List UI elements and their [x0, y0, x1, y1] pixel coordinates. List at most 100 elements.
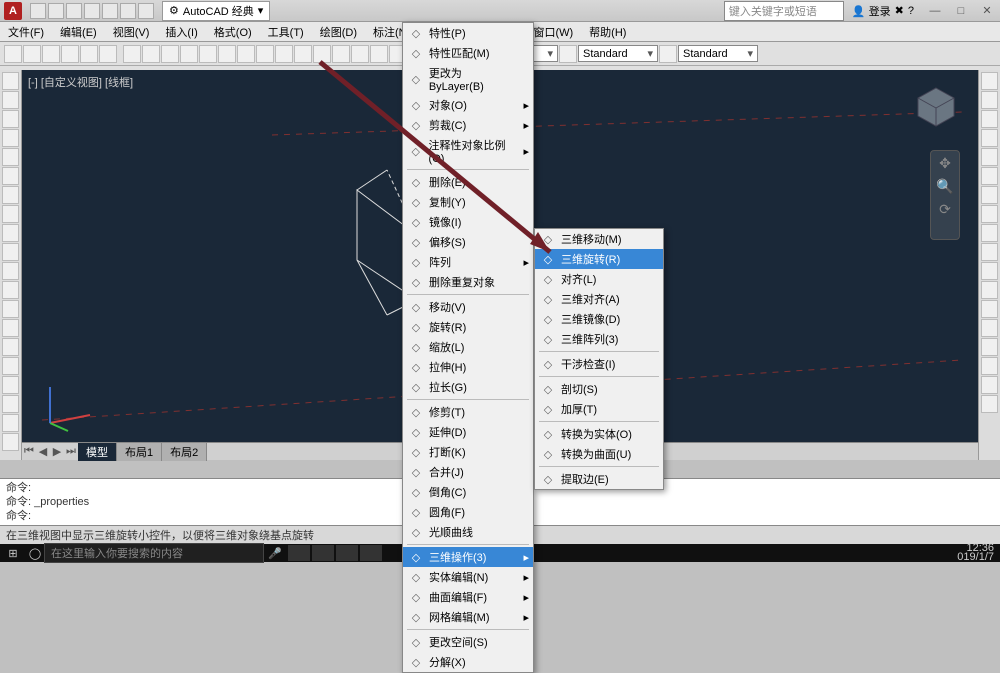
tool-button[interactable]	[2, 395, 19, 413]
tool-button[interactable]	[659, 45, 677, 63]
tool-button[interactable]	[981, 300, 998, 318]
tool-button[interactable]	[2, 205, 19, 223]
workspace-dropdown[interactable]: ⚙ AutoCAD 经典 ▾	[162, 1, 270, 21]
tool-button[interactable]	[2, 148, 19, 166]
menu-item[interactable]: ◇分解(X)	[403, 652, 533, 672]
menu-item[interactable]: ◇剖切(S)	[535, 379, 663, 399]
zoom-icon[interactable]: 🔍	[936, 178, 953, 195]
menu-item[interactable]: ◇删除重复对象	[403, 272, 533, 292]
tab-nav-first[interactable]: ⏮	[22, 445, 36, 458]
tool-button[interactable]	[294, 45, 312, 63]
minimize-button[interactable]: —	[922, 2, 948, 20]
tool-button[interactable]	[2, 91, 19, 109]
menu-item[interactable]: ◇打断(K)	[403, 442, 533, 462]
tool-button[interactable]	[2, 243, 19, 261]
tool-button[interactable]	[2, 186, 19, 204]
tool-button[interactable]	[123, 45, 141, 63]
menu-item[interactable]: ◇三维操作(3)▸	[403, 547, 533, 567]
menu-item[interactable]: ◇倒角(C)	[403, 482, 533, 502]
tool-button[interactable]	[256, 45, 274, 63]
menu-item[interactable]: ◇特性(P)	[403, 23, 533, 43]
tab-nav-prev[interactable]: ◀	[36, 445, 50, 458]
menu-item[interactable]: ◇三维旋转(R)	[535, 249, 663, 269]
menu-item[interactable]: ◇更改为 ByLayer(B)	[403, 63, 533, 95]
menu-insert[interactable]: 插入(I)	[157, 22, 205, 42]
tool-button[interactable]	[2, 376, 19, 394]
tool-button[interactable]	[2, 357, 19, 375]
menu-item[interactable]: ◇镜像(I)	[403, 212, 533, 232]
close-button[interactable]: ✕	[974, 2, 1000, 20]
app-icon[interactable]	[288, 545, 310, 561]
menu-file[interactable]: 文件(F)	[0, 22, 52, 42]
app-icon[interactable]	[312, 545, 334, 561]
tool-button[interactable]	[981, 338, 998, 356]
maximize-button[interactable]: □	[948, 2, 974, 20]
tool-button[interactable]	[313, 45, 331, 63]
tool-button[interactable]	[2, 110, 19, 128]
textstyle-combo[interactable]: Standard	[578, 45, 658, 62]
menu-item[interactable]: ◇合并(J)	[403, 462, 533, 482]
tool-button[interactable]	[370, 45, 388, 63]
tool-button[interactable]	[981, 91, 998, 109]
tool-button[interactable]	[2, 224, 19, 242]
menu-item[interactable]: ◇曲面编辑(F)▸	[403, 587, 533, 607]
menu-item[interactable]: ◇拉伸(H)	[403, 357, 533, 377]
tool-button[interactable]	[2, 262, 19, 280]
qat-button[interactable]	[48, 3, 64, 19]
tool-line[interactable]	[2, 72, 19, 90]
menu-item[interactable]: ◇更改空间(S)	[403, 632, 533, 652]
tab-layout1[interactable]: 布局1	[117, 443, 162, 461]
tool-button[interactable]	[981, 395, 998, 413]
menu-item[interactable]: ◇三维镜像(D)	[535, 309, 663, 329]
start-button[interactable]: ⊞	[0, 547, 26, 560]
taskbar-search[interactable]: 在这里输入你要搜索的内容	[44, 543, 264, 563]
menu-item[interactable]: ◇网格编辑(M)▸	[403, 607, 533, 627]
tool-button[interactable]	[180, 45, 198, 63]
tool-button[interactable]	[142, 45, 160, 63]
menu-item[interactable]: ◇转换为实体(O)	[535, 424, 663, 444]
tool-button[interactable]	[332, 45, 350, 63]
qat-button[interactable]	[30, 3, 46, 19]
tab-nav-last[interactable]: ⏭	[64, 445, 78, 458]
menu-item[interactable]: ◇删除(E)	[403, 172, 533, 192]
qat-button[interactable]	[138, 3, 154, 19]
tool-button[interactable]	[199, 45, 217, 63]
menu-item[interactable]: ◇对象(O)▸	[403, 95, 533, 115]
tablestyle-combo[interactable]: Standard	[678, 45, 758, 62]
menu-item[interactable]: ◇三维阵列(3)	[535, 329, 663, 349]
tool-button[interactable]	[981, 148, 998, 166]
tool-button[interactable]	[981, 262, 998, 280]
mic-icon[interactable]: 🎤	[268, 547, 282, 560]
tool-button[interactable]	[981, 319, 998, 337]
tool-button[interactable]	[2, 281, 19, 299]
menu-item[interactable]: ◇缩放(L)	[403, 337, 533, 357]
tool-button[interactable]	[23, 45, 41, 63]
menu-item[interactable]: ◇转换为曲面(U)	[535, 444, 663, 464]
qat-button[interactable]	[120, 3, 136, 19]
tool-button[interactable]	[80, 45, 98, 63]
app-icon[interactable]	[360, 545, 382, 561]
tool-button[interactable]	[275, 45, 293, 63]
app-logo[interactable]: A	[4, 2, 22, 20]
orbit-icon[interactable]: ⟳	[939, 201, 951, 218]
menu-item[interactable]: ◇三维对齐(A)	[535, 289, 663, 309]
navigation-bar[interactable]: ✥🔍⟳	[930, 150, 960, 240]
menu-item[interactable]: ◇光顺曲线	[403, 522, 533, 542]
tool-button[interactable]	[2, 129, 19, 147]
menu-item[interactable]: ◇特性匹配(M)	[403, 43, 533, 63]
qat-button[interactable]	[66, 3, 82, 19]
tool-button[interactable]	[981, 167, 998, 185]
signin-button[interactable]: 👤 登录	[852, 3, 891, 19]
menu-item[interactable]: ◇三维移动(M)	[535, 229, 663, 249]
qat-button[interactable]	[84, 3, 100, 19]
tool-button[interactable]	[161, 45, 179, 63]
tool-button[interactable]	[2, 319, 19, 337]
tool-button[interactable]	[981, 376, 998, 394]
tool-button[interactable]	[61, 45, 79, 63]
tool-button[interactable]	[981, 72, 998, 90]
tool-button[interactable]	[42, 45, 60, 63]
tab-model[interactable]: 模型	[78, 443, 117, 461]
menu-item[interactable]: ◇剪裁(C)▸	[403, 115, 533, 135]
tool-button[interactable]	[2, 167, 19, 185]
tool-button[interactable]	[981, 243, 998, 261]
